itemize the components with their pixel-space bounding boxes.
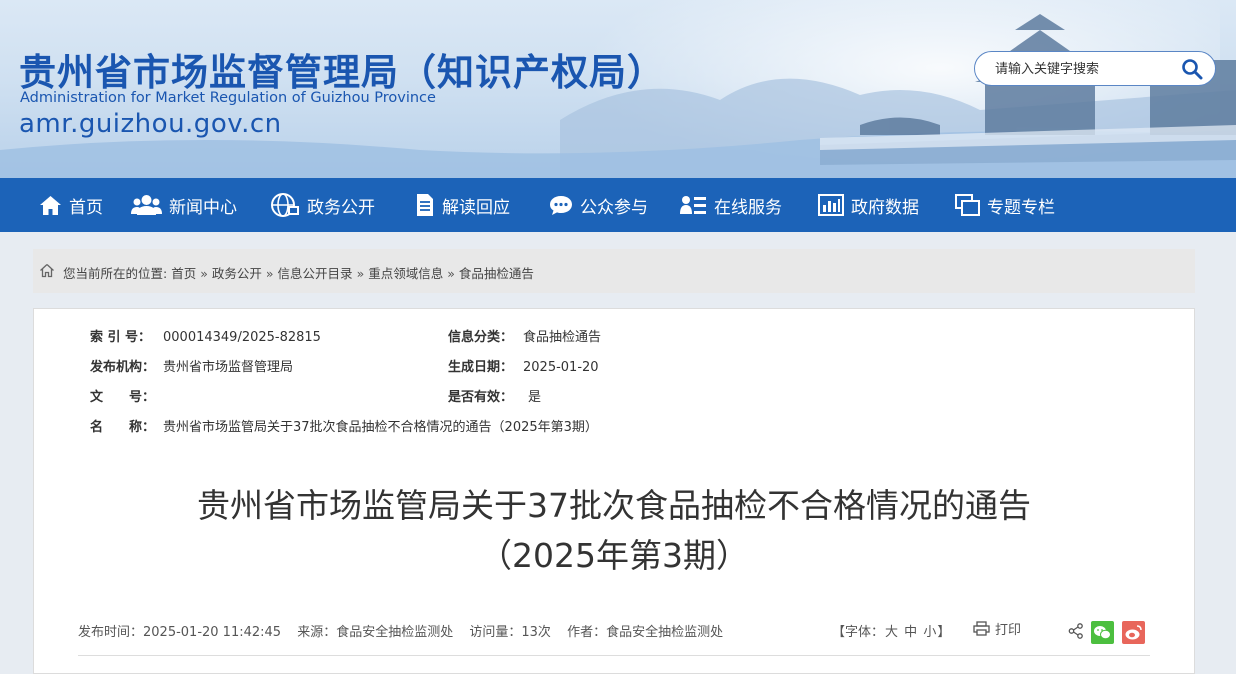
nav-label: 政府数据 [851,197,919,218]
nav-item-special-topics[interactable]: 专题专栏 [955,178,1055,232]
article-source: 来源：食品安全抽检监测处 [297,625,454,640]
main-nav: 首页 新闻中心 政务公开 解读回应 公众参与 在线服务 政府数据 专题专栏 [0,178,1236,232]
nav-label: 新闻中心 [169,197,237,218]
home-outline-icon [40,264,54,278]
font-size-medium-button[interactable]: 中 [904,625,917,640]
site-english-name: Administration for Market Regulation of … [20,90,436,106]
wechat-share-button[interactable] [1091,621,1114,644]
meta-index-label: 索 引 号： [90,330,152,345]
meta-publisher-label: 发布机构： [90,360,156,375]
site-url: amr.guizhou.gov.cn [19,109,282,139]
nav-item-news[interactable]: 新闻中心 [131,178,237,232]
breadcrumb-link-food-inspection[interactable]: 食品抽检通告 [459,266,534,281]
weibo-share-button[interactable] [1122,621,1145,644]
bar-chart-icon [818,194,844,216]
breadcrumb-prefix: 您当前所在的位置: [63,266,168,281]
meta-date: 生成日期： 2025-01-20 [448,356,599,375]
meta-date-value: 2025-01-20 [523,360,599,375]
meta-index-value: 000014349/2025-82815 [163,330,321,345]
nav-label: 在线服务 [714,197,782,218]
nav-label: 公众参与 [580,197,648,218]
nav-item-gov-data[interactable]: 政府数据 [818,178,919,232]
font-size-small-button[interactable]: 小 [923,625,936,640]
user-list-icon [680,196,706,214]
home-icon [40,196,61,215]
breadcrumb-link-key-areas[interactable]: 重点领域信息 [368,266,443,281]
printer-icon [973,621,990,636]
article-title-line1: 贵州省市场监管局关于37批次食品抽检不合格情况的通告 [197,486,1031,525]
meta-doc-no-label: 文 号： [90,390,156,405]
meta-date-label: 生成日期： [448,360,514,375]
breadcrumb-separator: » [356,266,365,281]
meta-name: 名 称： 贵州省市场监管局关于37批次食品抽检不合格情况的通告（2025年第3期） [90,416,598,435]
meta-category-value: 食品抽检通告 [523,330,602,345]
article-title-line2: （2025年第3期） [479,536,749,575]
breadcrumb-separator: » [265,266,274,281]
font-size-control: 【字体：大 中 小】 [832,621,950,640]
font-size-large-button[interactable]: 大 [885,625,898,640]
header-banner: 贵州省市场监督管理局（知识产权局） Administration for Mar… [0,0,1236,178]
nav-item-gov-affairs[interactable]: 政务公开 [270,178,375,232]
nav-item-home[interactable]: 首页 [39,178,103,232]
breadcrumb-link-catalog[interactable]: 信息公开目录 [278,266,353,281]
print-label: 打印 [995,623,1022,638]
weibo-icon [1125,625,1142,640]
font-size-prefix: 【字体： [832,625,885,640]
article-title: 贵州省市场监管局关于37批次食品抽检不合格情况的通告 （2025年第3期） [34,481,1194,581]
window-icon [955,194,980,216]
meta-category: 信息分类： 食品抽检通告 [448,326,601,345]
nav-label: 政务公开 [307,197,375,218]
font-size-suffix: 】 [937,625,951,640]
meta-valid-value: 是 [528,390,542,405]
chat-icon [550,196,572,215]
print-button[interactable]: 打印 [973,619,1021,638]
share-icon[interactable] [1068,623,1084,639]
nav-label: 专题专栏 [987,197,1055,218]
document-icon [417,194,433,216]
breadcrumb-separator: » [447,266,455,281]
search-input[interactable] [995,59,1175,79]
info-divider [78,655,1150,656]
breadcrumb: 您当前所在的位置: 首页» 政务公开» 信息公开目录» 重点领域信息» 食品抽检通告 [33,249,1195,293]
site-title: 贵州省市场监督管理局（知识产权局） [19,51,665,94]
nav-label: 首页 [69,197,103,218]
article-author: 作者：食品安全抽检监测处 [567,625,724,640]
publish-time: 发布时间：2025-01-20 11:42:45 [78,625,282,640]
search-box [974,51,1216,86]
breadcrumb-link-gov-affairs[interactable]: 政务公开 [212,266,262,281]
nav-item-public-participation[interactable]: 公众参与 [549,178,648,232]
meta-index: 索 引 号： 000014349/2025-82815 [90,326,321,345]
meta-publisher-value: 贵州省市场监督管理局 [163,360,294,375]
meta-valid-label: 是否有效： [448,390,514,405]
nav-item-interpretation[interactable]: 解读回应 [414,178,510,232]
meta-name-label: 名 称： [90,420,156,435]
breadcrumb-link-home[interactable]: 首页 [171,266,196,281]
view-count: 访问量：13次 [469,625,551,640]
breadcrumb-separator: » [200,266,208,281]
article-info-bar: 发布时间：2025-01-20 11:42:45 来源：食品安全抽检监测处 访问… [78,621,735,640]
nav-item-online-services[interactable]: 在线服务 [680,178,782,232]
wechat-icon [1094,626,1111,640]
nav-label: 解读回应 [442,197,510,218]
meta-category-label: 信息分类： [448,330,514,345]
breadcrumb-trail: 您当前所在的位置: 首页» 政务公开» 信息公开目录» 重点领域信息» 食品抽检通告 [63,263,534,282]
meta-name-value: 贵州省市场监管局关于37批次食品抽检不合格情况的通告（2025年第3期） [163,420,598,435]
globe-icon [271,193,299,217]
meta-publisher: 发布机构： 贵州省市场监督管理局 [90,356,293,375]
meta-valid: 是否有效： 是 [448,386,541,405]
article-container: 索 引 号： 000014349/2025-82815 信息分类： 食品抽检通告 发… [33,308,1195,674]
search-icon[interactable] [1181,58,1203,80]
meta-doc-no: 文 号： [90,386,163,405]
people-icon [131,195,162,215]
